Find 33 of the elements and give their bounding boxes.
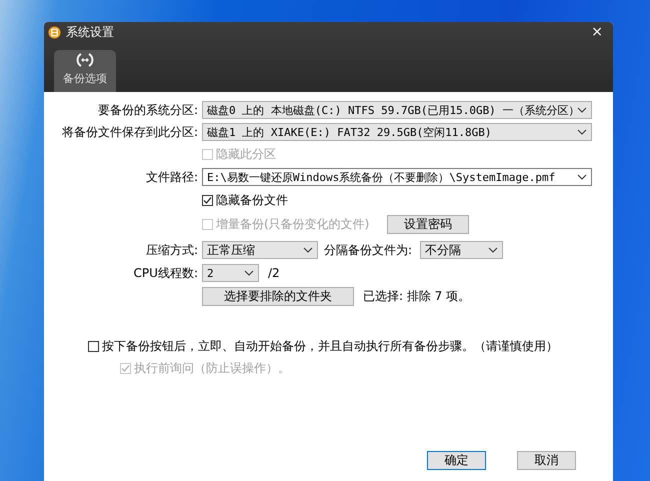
- dropdown[interactable]: 磁盘1 上的 XIAKE(E:) FAT32 29.5GB(空闲11.8GB): [202, 123, 592, 141]
- field-label: 分隔备份文件为:: [322, 242, 412, 258]
- close-button[interactable]: ×: [587, 24, 607, 40]
- field-label: 文件路径:: [144, 168, 198, 186]
- chevron-down-icon: [303, 247, 313, 253]
- chevron-down-icon: [488, 247, 498, 253]
- checkbox[interactable]: 隐藏备份文件: [202, 192, 288, 208]
- thread-max-text: /2: [268, 266, 280, 280]
- checkmark-icon: [203, 196, 212, 204]
- app-logo-icon: [48, 26, 61, 38]
- dialog-button[interactable]: 确定: [427, 451, 486, 470]
- dropdown[interactable]: 不分隔: [420, 241, 503, 259]
- field-label: CPU线程数:: [132, 264, 198, 282]
- set-password-button[interactable]: 设置密码: [387, 215, 469, 234]
- chevron-down-icon: [577, 174, 587, 180]
- tab[interactable]: 备份选项: [54, 50, 116, 92]
- window-title: 系统设置: [66, 24, 115, 40]
- checkmark-icon: [121, 364, 130, 372]
- exclude-status-text: 已选择: 排除 7 项。: [363, 288, 470, 304]
- field-label: 压缩方式:: [144, 242, 198, 258]
- chevron-down-icon: [244, 270, 254, 276]
- dialog-button[interactable]: 取消: [517, 451, 576, 470]
- field-label: 要备份的系统分区:: [96, 102, 198, 118]
- path-field[interactable]: E:\易数一键还原Windows系统备份（不要删除）\SystemImage.pmf: [202, 168, 592, 186]
- dropdown[interactable]: 正常压缩: [202, 241, 318, 259]
- checkbox[interactable]: 按下备份按钮后，立即、自动开始备份，并且自动执行所有备份步骤。（请谨慎使用）: [88, 338, 558, 354]
- chevron-down-icon: [577, 129, 587, 135]
- field-label: 将备份文件保存到此分区:: [60, 124, 198, 140]
- dropdown[interactable]: 磁盘0 上的 本地磁盘(C:) NTFS 59.7GB(已用15.0GB) 一（系统分区）: [202, 101, 592, 119]
- exclude-folders-button[interactable]: 选择要排除的文件夹: [202, 286, 354, 306]
- chevron-down-icon: [577, 107, 587, 113]
- backup-arrows-icon: [76, 52, 94, 68]
- dropdown[interactable]: 2: [202, 264, 259, 282]
